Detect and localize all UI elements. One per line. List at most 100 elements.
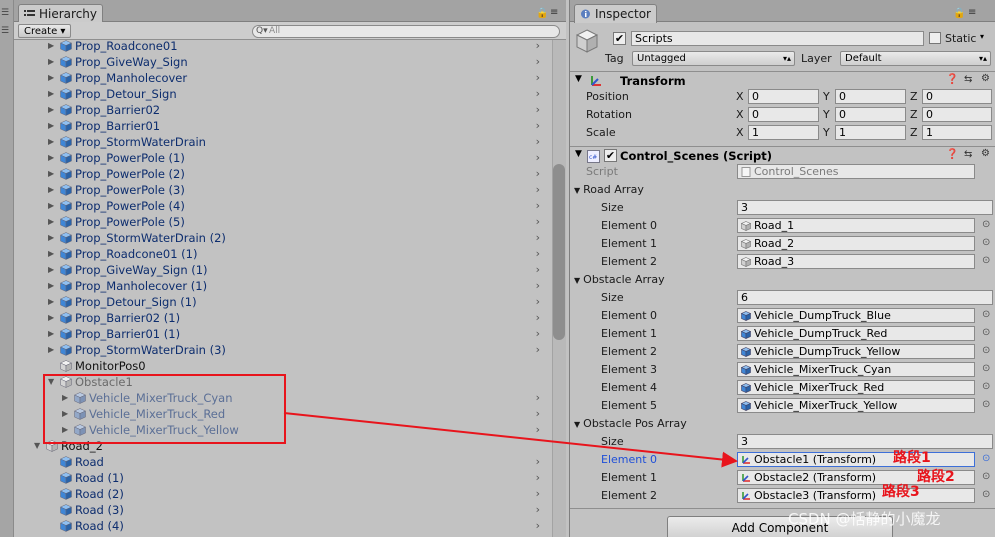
prefab-open-chevron-icon[interactable]: › [536, 118, 540, 134]
prefab-open-chevron-icon[interactable]: › [536, 150, 540, 166]
transform-y-field[interactable]: 0 [835, 89, 906, 104]
prefab-open-chevron-icon[interactable]: › [536, 86, 540, 102]
prefab-open-chevron-icon[interactable]: › [536, 406, 540, 422]
prefab-open-chevron-icon[interactable]: › [536, 326, 540, 342]
transform-header[interactable]: ▼ Transform ❓ ⇆ ⚙ [570, 71, 995, 89]
hierarchy-row[interactable]: Road (1) › [14, 470, 554, 486]
create-button[interactable]: Create ▾ [18, 24, 72, 38]
preset-icon[interactable]: ⇆ [964, 149, 972, 160]
collapsed-triangle-icon[interactable]: ▶ [48, 198, 54, 214]
transform-z-field[interactable]: 1 [922, 125, 992, 140]
panel-options-icon[interactable]: ≡ [968, 7, 976, 18]
collapsed-triangle-icon[interactable]: ▶ [48, 134, 54, 150]
gear-icon[interactable]: ⚙ [981, 73, 990, 84]
prefab-open-chevron-icon[interactable]: › [536, 102, 540, 118]
panel-options-icon[interactable]: ≡ [550, 7, 558, 18]
prefab-open-chevron-icon[interactable]: › [536, 230, 540, 246]
hierarchy-row[interactable]: ▶ Prop_PowerPole (4) › [14, 198, 554, 214]
collapsed-triangle-icon[interactable]: ▶ [48, 278, 54, 294]
transform-x-field[interactable]: 1 [748, 125, 819, 140]
hierarchy-row[interactable]: ▶ Prop_Manholecover (1) › [14, 278, 554, 294]
object-picker-icon[interactable]: ⊙ [982, 489, 990, 500]
object-picker-icon[interactable]: ⊙ [982, 381, 990, 392]
hierarchy-row[interactable]: ▶ Prop_GiveWay_Sign › [14, 54, 554, 70]
array-element-field[interactable]: Vehicle_MixerTruck_Cyan [737, 362, 975, 377]
collapsed-triangle-icon[interactable]: ▶ [48, 38, 54, 54]
prefab-open-chevron-icon[interactable]: › [536, 214, 540, 230]
hierarchy-row[interactable]: ▶ Prop_StormWaterDrain (3) › [14, 342, 554, 358]
collapsed-triangle-icon[interactable]: ▶ [48, 326, 54, 342]
prefab-open-chevron-icon[interactable]: › [536, 70, 540, 86]
panel-menu-icon-2[interactable]: ☰ [1, 26, 9, 36]
array-element-field[interactable]: Vehicle_DumpTruck_Red [737, 326, 975, 341]
hierarchy-row[interactable]: ▶ Prop_GiveWay_Sign (1) › [14, 262, 554, 278]
prefab-open-chevron-icon[interactable]: › [536, 390, 540, 406]
prefab-open-chevron-icon[interactable]: › [536, 294, 540, 310]
collapse-triangle[interactable]: ▼ [575, 149, 582, 159]
hierarchy-row[interactable]: ▶ Prop_StormWaterDrain (2) › [14, 230, 554, 246]
object-picker-icon[interactable]: ⊙ [982, 363, 990, 374]
active-checkbox[interactable]: ✔ [613, 32, 626, 45]
obstacle-pos-array-foldout[interactable]: ▼ Obstacle Pos Array [574, 417, 687, 430]
prefab-open-chevron-icon[interactable]: › [536, 166, 540, 182]
tag-dropdown[interactable]: Untagged ▾▴ [632, 51, 795, 66]
foldout-triangle-icon[interactable]: ▼ [574, 186, 580, 195]
hierarchy-scrollbar-thumb[interactable] [553, 164, 565, 340]
prefab-open-chevron-icon[interactable]: › [536, 454, 540, 470]
hierarchy-row[interactable]: ▶ Prop_PowerPole (5) › [14, 214, 554, 230]
tab-hierarchy[interactable]: Hierarchy [18, 4, 104, 23]
transform-x-field[interactable]: 0 [748, 107, 819, 122]
panel-menu-icon[interactable]: ☰ [1, 8, 9, 18]
object-picker-icon[interactable]: ⊙ [982, 237, 990, 248]
array-size-field[interactable]: 6 [737, 290, 993, 305]
transform-z-field[interactable]: 0 [922, 107, 992, 122]
collapsed-triangle-icon[interactable]: ▶ [48, 246, 54, 262]
prefab-open-chevron-icon[interactable]: › [536, 502, 540, 518]
hierarchy-row[interactable]: ▶ Prop_Barrier01 › [14, 118, 554, 134]
transform-z-field[interactable]: 0 [922, 89, 992, 104]
collapsed-triangle-icon[interactable]: ▶ [48, 166, 54, 182]
object-picker-icon[interactable]: ⊙ [982, 327, 990, 338]
prefab-open-chevron-icon[interactable]: › [536, 422, 540, 438]
array-size-field[interactable]: 3 [737, 200, 993, 215]
array-element-field[interactable]: Road_2 [737, 236, 975, 251]
prefab-open-chevron-icon[interactable]: › [536, 470, 540, 486]
object-picker-icon[interactable]: ⊙ [982, 309, 990, 320]
hierarchy-row[interactable]: ▶ Prop_PowerPole (1) › [14, 150, 554, 166]
object-name-field[interactable]: Scripts [631, 31, 924, 46]
collapsed-triangle-icon[interactable]: ▶ [48, 294, 54, 310]
collapsed-triangle-icon[interactable]: ▶ [48, 182, 54, 198]
collapsed-triangle-icon[interactable]: ▶ [48, 262, 54, 278]
collapsed-triangle-icon[interactable]: ▶ [48, 342, 54, 358]
array-element-field[interactable]: Vehicle_MixerTruck_Red [737, 380, 975, 395]
hierarchy-row[interactable]: ▶ Prop_Detour_Sign (1) › [14, 294, 554, 310]
collapsed-triangle-icon[interactable]: ▶ [48, 118, 54, 134]
object-picker-icon[interactable]: ⊙ [982, 399, 990, 410]
collapsed-triangle-icon[interactable]: ▶ [48, 310, 54, 326]
hierarchy-row[interactable]: MonitorPos0 [14, 358, 554, 374]
prefab-open-chevron-icon[interactable]: › [536, 134, 540, 150]
array-element-field[interactable]: Obstacle3 (Transform) [737, 488, 975, 503]
array-size-field[interactable]: 3 [737, 434, 993, 449]
prefab-open-chevron-icon[interactable]: › [536, 38, 540, 54]
hierarchy-row[interactable]: ▶ Prop_Barrier01 (1) › [14, 326, 554, 342]
preset-icon[interactable]: ⇆ [964, 74, 972, 85]
lock-icon[interactable]: 🔒 [953, 8, 965, 19]
hierarchy-row[interactable]: ▶ Prop_Detour_Sign › [14, 86, 554, 102]
collapsed-triangle-icon[interactable]: ▶ [48, 150, 54, 166]
array-element-field[interactable]: Vehicle_DumpTruck_Blue [737, 308, 975, 323]
lock-icon[interactable]: 🔒 [536, 8, 548, 19]
help-icon[interactable]: ❓ [946, 149, 958, 160]
collapsed-triangle-icon[interactable]: ▶ [48, 86, 54, 102]
prefab-open-chevron-icon[interactable]: › [536, 54, 540, 70]
prefab-open-chevron-icon[interactable]: › [536, 198, 540, 214]
script-enabled-checkbox[interactable]: ✔ [604, 149, 617, 162]
hierarchy-row[interactable]: ▶ Prop_PowerPole (2) › [14, 166, 554, 182]
prefab-open-chevron-icon[interactable]: › [536, 310, 540, 326]
static-dropdown-arrow[interactable]: ▾ [980, 32, 984, 41]
object-picker-icon[interactable]: ⊙ [982, 255, 990, 266]
object-picker-icon[interactable]: ⊙ [982, 345, 990, 356]
hierarchy-row[interactable]: Road (4) › [14, 518, 554, 534]
hierarchy-row[interactable]: Road › [14, 454, 554, 470]
object-picker-icon[interactable]: ⊙ [982, 471, 990, 482]
